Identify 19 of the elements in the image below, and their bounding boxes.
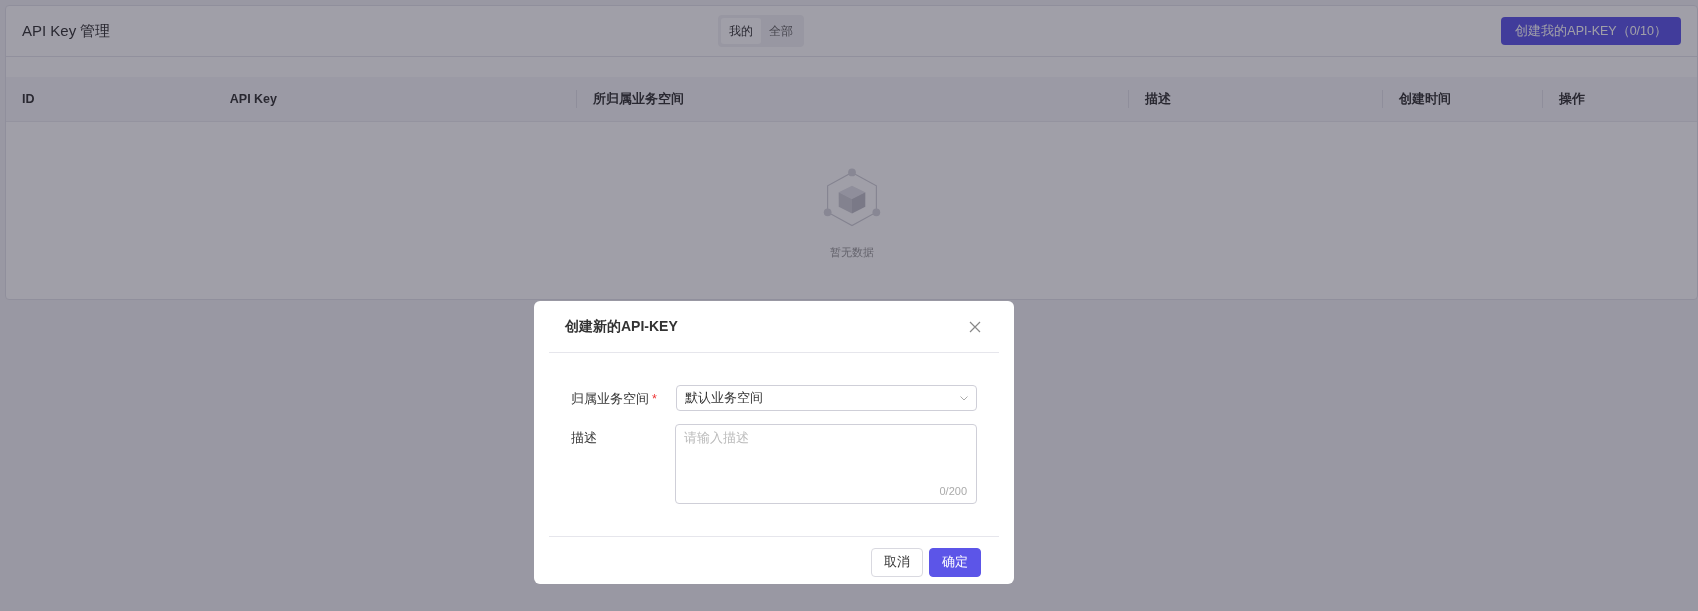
dialog-title: 创建新的API-KEY [565,317,678,336]
select-field[interactable]: 默认业务空间 [676,385,977,411]
confirm-button[interactable]: 确定 [929,548,981,577]
page-title: API Key 管理 [22,20,111,41]
create-api-key-button[interactable]: 创建我的API-KEY（0/10） [1501,16,1681,46]
scope-tab[interactable]: 我的 [720,18,761,44]
chevron-down-icon [960,395,968,401]
column-header: 所归属业务空间 [593,91,685,106]
scope-tab[interactable]: 全部 [760,18,801,44]
column-header: 操作 [1559,91,1586,106]
required-mark: * [652,392,657,406]
field-label: 归属业务空间 [571,392,649,406]
column-header: API Key [229,91,277,106]
field-label: 描述 [571,431,597,445]
column-header: ID [22,91,35,106]
char-counter: 0/200 [939,483,967,499]
column-header: 创建时间 [1399,91,1452,106]
cancel-button[interactable]: 取消 [871,548,923,577]
column-header: 描述 [1144,91,1171,106]
